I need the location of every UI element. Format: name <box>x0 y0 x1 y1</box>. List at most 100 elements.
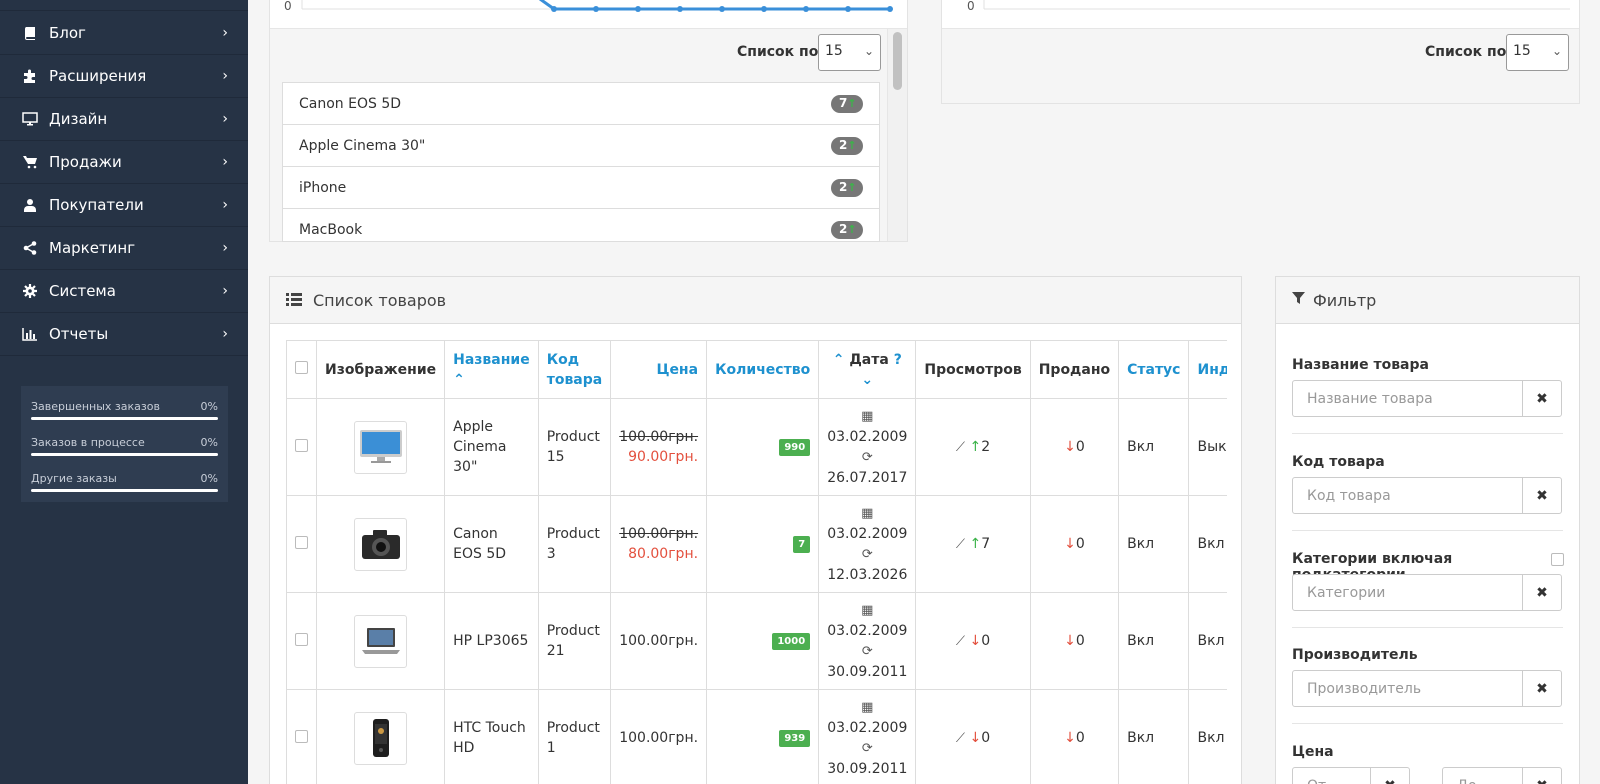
close-icon: ✖ <box>1536 680 1548 697</box>
sidebar-item-customers[interactable]: Покупатели › <box>0 184 248 227</box>
row-checkbox[interactable] <box>295 729 308 743</box>
filter-price-to-input[interactable] <box>1442 767 1523 784</box>
row-price-cell: 100.00грн. <box>610 689 708 784</box>
row-special-price: 90.00грн. <box>628 449 699 465</box>
list-by-label: Список по: <box>1425 44 1512 60</box>
filter-price-from-input[interactable] <box>1292 767 1371 784</box>
row-checkbox[interactable] <box>295 632 308 646</box>
product-list-header: Список товаров <box>270 277 1241 324</box>
scrollbar-thumb[interactable] <box>893 32 902 90</box>
list-scrollbar[interactable] <box>887 29 907 241</box>
header-name[interactable]: Название ⌃ <box>444 340 539 399</box>
filter-icon <box>1292 292 1305 309</box>
product-thumbnail[interactable] <box>354 614 408 668</box>
clear-name-button[interactable]: ✖ <box>1522 380 1562 417</box>
camera-image <box>361 530 400 559</box>
line-chart-icon: ⟋ <box>955 537 966 552</box>
sidebar-item-blog[interactable]: Блог › <box>0 12 248 55</box>
help-icon[interactable]: ? <box>894 352 902 368</box>
row-views-cell: ⟋ ↑2 <box>915 398 1031 496</box>
filter-panel: Фильтр Название товара ✖ Код товара ✖ Ка… <box>1275 276 1580 784</box>
list-item[interactable]: iPhone 2↑ <box>283 167 879 209</box>
chart-point <box>719 6 725 12</box>
arrow-down-icon: ↓ <box>969 730 982 746</box>
header-views: Просмотров <box>915 340 1031 399</box>
arrow-down-icon: ↓ <box>1064 536 1076 552</box>
row-date-modified: 26.07.2017 <box>827 470 908 486</box>
header-price[interactable]: Цена <box>610 340 708 399</box>
sidebar-item-sales[interactable]: Продажи › <box>0 141 248 184</box>
filter-price-label: Цена <box>1292 744 1334 760</box>
refresh-icon: ⟳ <box>861 644 873 659</box>
header-index[interactable]: Индекс <box>1188 340 1227 399</box>
header-status[interactable]: Статус <box>1118 340 1190 399</box>
row-status: Вкл <box>1118 398 1190 496</box>
header-sold: Продано <box>1029 340 1120 399</box>
row-views-cell: ⟋ ↑7 <box>915 495 1031 593</box>
row-name: HTC Touch HD <box>444 689 539 784</box>
row-checkbox[interactable] <box>295 535 308 549</box>
table-row: Canon EOS 5D Product 3 100.00грн. 80.00гр… <box>286 495 1227 593</box>
close-icon: ✖ <box>1536 584 1548 601</box>
count-badge: 2↑ <box>831 221 863 239</box>
clear-manufacturer-button[interactable]: ✖ <box>1522 670 1562 707</box>
header-date[interactable]: ⌃ Дата ? ⌄ <box>818 340 917 399</box>
row-code: Product 3 <box>537 495 612 593</box>
product-thumbnail[interactable] <box>354 711 408 765</box>
filter-name-input[interactable] <box>1292 380 1523 417</box>
list-icon <box>286 292 302 310</box>
filter-code-label: Код товара <box>1292 454 1385 470</box>
arrow-up-icon: ↑ <box>847 223 857 236</box>
count-badge: 2↑ <box>831 137 863 155</box>
row-checkbox[interactable] <box>295 438 308 452</box>
row-price: 100.00грн. <box>619 730 699 746</box>
sidebar-item-design[interactable]: Дизайн › <box>0 98 248 141</box>
sort-up-icon[interactable]: ⌃ <box>833 352 845 368</box>
row-status: Вкл <box>1118 592 1190 690</box>
header-quantity[interactable]: Количество <box>706 340 820 399</box>
row-name: Apple Cinema 30" <box>444 398 539 496</box>
stat-name: Завершенных заказов <box>31 400 160 413</box>
cart-icon <box>20 155 40 169</box>
row-select-cell <box>286 689 317 784</box>
puzzle-icon <box>20 69 40 83</box>
close-icon: ✖ <box>1536 778 1548 784</box>
filter-code-input[interactable] <box>1292 477 1523 514</box>
list-by-select[interactable]: 15 ⌄ <box>818 34 881 71</box>
clear-price-to-button[interactable]: ✖ <box>1522 767 1562 784</box>
list-item[interactable]: Canon EOS 5D 7↑ <box>283 83 879 125</box>
product-thumbnail[interactable] <box>354 420 408 474</box>
stat-progress-bar <box>31 417 218 420</box>
filter-manufacturer-input[interactable] <box>1292 670 1523 707</box>
filter-category-input[interactable] <box>1292 574 1523 611</box>
row-date-cell: ▦ 03.02.2009 ⟳ 12.03.2026 <box>818 495 917 593</box>
list-item[interactable]: Apple Cinema 30" 2↑ <box>283 125 879 167</box>
row-index: Вкл <box>1188 592 1227 690</box>
product-thumbnail[interactable] <box>354 517 408 571</box>
list-by-select[interactable]: 15 ⌄ <box>1506 34 1569 71</box>
phone-image <box>372 719 389 757</box>
sidebar-item-label: Продажи <box>49 153 122 171</box>
clear-code-button[interactable]: ✖ <box>1522 477 1562 514</box>
sidebar-item-reports[interactable]: Отчеты › <box>0 313 248 356</box>
header-code[interactable]: Код товара <box>537 340 612 399</box>
list-item[interactable]: MacBook 2↑ <box>283 209 879 241</box>
row-status: Вкл <box>1118 689 1190 784</box>
sidebar-item-extensions[interactable]: Расширения › <box>0 55 248 98</box>
stat-progress-bar <box>31 453 218 456</box>
row-code: Product 15 <box>537 398 612 496</box>
sidebar-item-label: Система <box>49 282 116 300</box>
sidebar-item-system[interactable]: Система › <box>0 270 248 313</box>
clear-price-from-button[interactable]: ✖ <box>1370 767 1410 784</box>
qty-badge: 1000 <box>772 633 811 650</box>
sort-down-icon[interactable]: ⌄ <box>861 372 873 388</box>
include-subcategories-checkbox[interactable] <box>1551 553 1564 566</box>
clear-category-button[interactable]: ✖ <box>1522 574 1562 611</box>
select-all-checkbox[interactable] <box>295 361 308 374</box>
chevron-right-icon: › <box>222 240 228 256</box>
sidebar-item-marketing[interactable]: Маркетинг › <box>0 227 248 270</box>
row-sold: 0 <box>1075 730 1085 746</box>
views-chart-svg <box>301 0 893 12</box>
row-sold: 0 <box>1075 536 1085 552</box>
right-chart: 0 <box>942 0 1579 29</box>
